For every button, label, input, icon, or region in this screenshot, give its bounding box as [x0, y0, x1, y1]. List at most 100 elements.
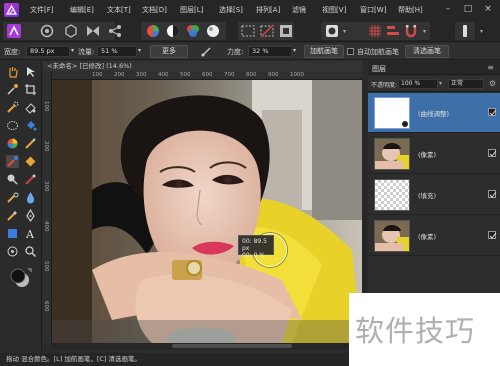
zoom-icon[interactable]	[24, 245, 37, 258]
marquee-icon[interactable]	[6, 119, 19, 132]
text-icon[interactable]: A	[24, 227, 37, 240]
visibility-checkbox[interactable]	[488, 149, 497, 157]
flood-select-icon[interactable]	[24, 101, 37, 114]
menu-file[interactable]: 文件[F]	[30, 5, 54, 15]
menu-filters[interactable]: 滤镜	[292, 5, 306, 15]
dodge-icon[interactable]	[6, 173, 19, 186]
flow-field[interactable]: 51 %	[97, 46, 137, 57]
visibility-checkbox[interactable]	[488, 231, 497, 239]
tools-panel: A	[0, 61, 42, 353]
layer-row[interactable]: (填充)	[368, 175, 500, 215]
auto-add-checkbox[interactable]	[347, 48, 354, 55]
quick-mask-icon[interactable]	[324, 23, 340, 39]
invert-selection-icon[interactable]	[278, 23, 294, 39]
selection-brush-icon[interactable]	[6, 101, 19, 114]
assistant-icon[interactable]	[457, 23, 473, 39]
ruler-number: 600	[202, 72, 213, 78]
share-icon[interactable]	[107, 23, 123, 39]
chevron-down-icon[interactable]: ▾	[423, 28, 426, 35]
horizontal-scrollbar[interactable]	[52, 343, 362, 349]
chevron-down-icon[interactable]: ▾	[439, 80, 442, 87]
tone-mapping-persona-icon[interactable]	[85, 23, 101, 39]
opacity-label: 不透明度:	[371, 82, 398, 89]
auto-colors-icon[interactable]	[185, 23, 201, 39]
horizontal-ruler: 100 200 300 400 500 600 700 800 900 1000	[52, 71, 362, 80]
inpainting-icon[interactable]	[6, 209, 19, 222]
gear-icon[interactable]: ⚙	[489, 79, 496, 88]
chevron-down-icon[interactable]: ▾	[71, 47, 74, 54]
auto-levels-icon[interactable]	[145, 23, 161, 39]
rectangle-icon[interactable]	[6, 227, 19, 240]
paint-brush-icon[interactable]	[24, 137, 37, 150]
force-label: 力度:	[227, 48, 244, 56]
tooltip-width: 00: 89.5 px	[242, 238, 267, 252]
tab-layers[interactable]: 图层	[372, 64, 386, 74]
clear-brush-button[interactable]: 清选画笔	[405, 45, 449, 58]
color-swatches[interactable]	[8, 266, 34, 290]
layer-name: (填充)	[418, 192, 437, 200]
image-canvas[interactable]	[52, 80, 362, 343]
marquee-select-icon[interactable]	[240, 23, 256, 39]
pen-icon[interactable]	[24, 209, 37, 222]
force-field[interactable]: 32 %	[248, 46, 292, 57]
menu-select[interactable]: 选择[S]	[219, 5, 243, 15]
more-button[interactable]: 更多	[150, 45, 188, 58]
pressure-icon[interactable]	[200, 46, 212, 58]
auto-contrast-icon[interactable]	[165, 23, 181, 39]
blend-mode-select[interactable]: 正常	[448, 79, 484, 89]
vertical-ruler: 100 200 300 400 500 600	[43, 71, 52, 343]
menu-document[interactable]: 文档[D]	[142, 5, 167, 15]
opacity-field[interactable]: 100 %	[398, 79, 438, 89]
fill-layer-thumbnail	[374, 179, 410, 211]
move-icon[interactable]	[24, 65, 37, 78]
status-bar: 拖动 混合颜色。[L] 加航画笔，[C] 清选画笔。	[0, 353, 349, 366]
menu-help[interactable]: 帮助[H]	[398, 5, 423, 15]
color-picker-icon[interactable]	[6, 83, 19, 96]
layer-row[interactable]: (像素)	[368, 134, 500, 174]
add-brush-button[interactable]: 加航画笔	[304, 45, 344, 58]
context-toolbar: 宽度: 89.5 px ▾ 流量: 51 % ▾ 更多 力度: 32 % ▾ 加…	[0, 43, 500, 60]
panel-menu-icon[interactable]: ≡	[487, 63, 494, 72]
burn-icon[interactable]	[24, 173, 37, 186]
clone-brush-icon[interactable]	[6, 191, 19, 204]
scroll-thumb[interactable]	[172, 344, 292, 348]
auto-white-balance-icon[interactable]	[205, 23, 221, 39]
layer-row[interactable]: (曲线调整)	[368, 93, 500, 133]
menu-layer[interactable]: 图层[L]	[180, 5, 203, 15]
menu-text[interactable]: 文本[T]	[107, 5, 131, 15]
width-field[interactable]: 89.5 px	[26, 46, 70, 57]
mixer-brush-icon[interactable]	[6, 155, 19, 168]
tooltip-hardness: 00: 0 %	[242, 252, 265, 259]
color-wheel-icon[interactable]	[6, 137, 19, 150]
chevron-down-icon[interactable]: ▾	[343, 28, 346, 35]
deselect-icon[interactable]	[259, 23, 275, 39]
close-icon[interactable]: ×	[481, 2, 495, 16]
visibility-checkbox[interactable]	[488, 190, 497, 198]
crop-icon[interactable]	[24, 83, 37, 96]
view-icon[interactable]	[6, 245, 19, 258]
hand-icon[interactable]	[6, 65, 19, 78]
layers-tab-row: 图层 ≡	[368, 61, 500, 75]
menu-window[interactable]: 窗口[W]	[360, 5, 386, 15]
minimize-icon[interactable]: –	[441, 2, 455, 16]
menu-arrange[interactable]: 排列[A]	[256, 5, 280, 15]
maximize-icon[interactable]: □	[461, 2, 475, 16]
liquify-persona-icon[interactable]	[39, 23, 55, 39]
align-icon[interactable]	[385, 23, 401, 39]
layer-row[interactable]: (像素)	[368, 216, 500, 256]
snapping-magnet-icon[interactable]	[403, 23, 419, 39]
flow-label: 流量:	[78, 48, 95, 56]
erase-brush-icon[interactable]	[24, 155, 37, 168]
blur-brush-icon[interactable]	[24, 191, 37, 204]
menu-view[interactable]: 视图[V]	[322, 5, 346, 15]
grid-icon[interactable]	[367, 23, 383, 39]
photo-persona-icon[interactable]	[6, 23, 22, 39]
chevron-down-icon[interactable]: ▾	[480, 28, 483, 35]
chevron-down-icon[interactable]: ▾	[293, 47, 296, 54]
chevron-down-icon[interactable]: ▾	[138, 47, 141, 54]
flood-fill-icon[interactable]	[24, 119, 37, 132]
develop-persona-icon[interactable]	[63, 23, 79, 39]
document-tab[interactable]: <未命名> [已修改] (14.6%)	[43, 61, 362, 71]
menu-edit[interactable]: 编辑[E]	[70, 5, 94, 15]
visibility-checkbox[interactable]	[488, 108, 497, 116]
